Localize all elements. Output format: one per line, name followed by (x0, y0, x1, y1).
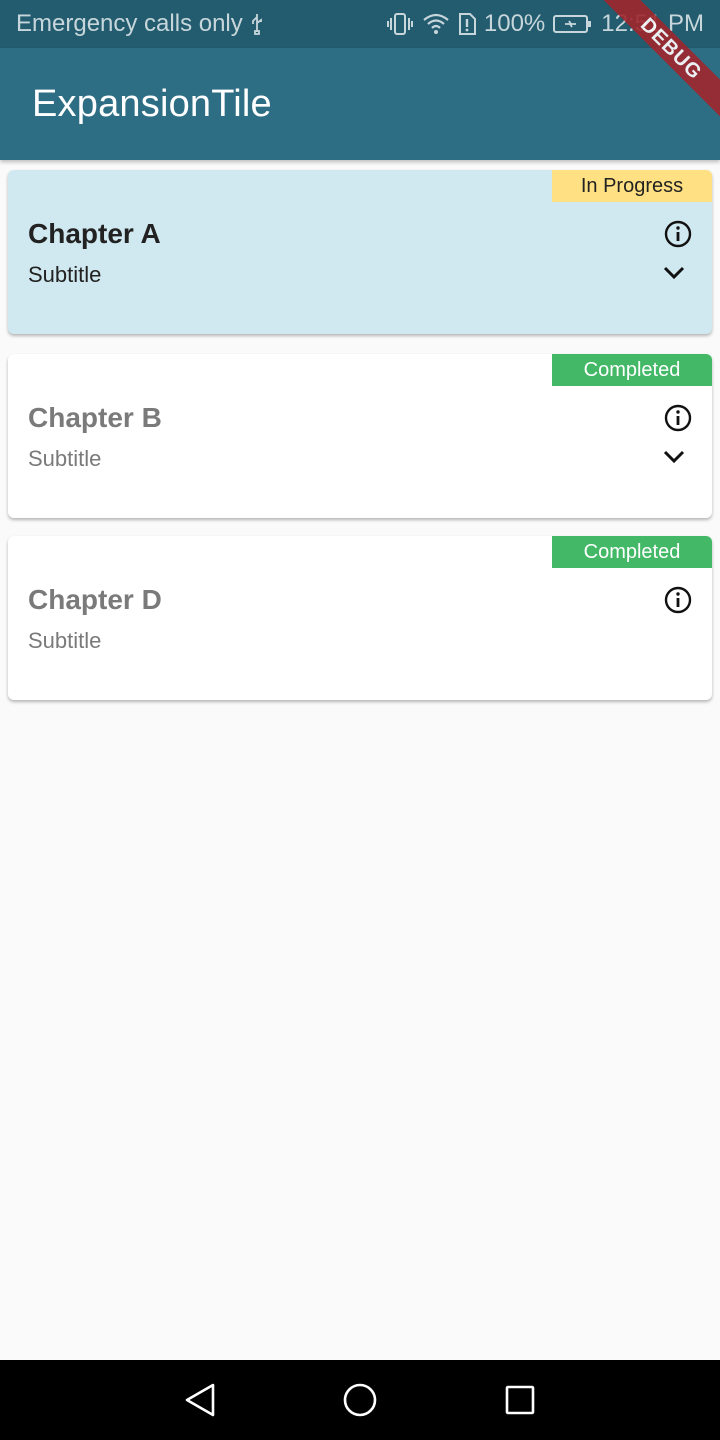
chapter-subtitle: Subtitle (28, 262, 102, 287)
status-badge: Completed (552, 536, 712, 568)
chapter-subtitle: Subtitle (28, 628, 102, 653)
page-title: ExpansionTile (32, 82, 272, 125)
system-nav-bar (0, 1360, 720, 1440)
chevron-down-icon[interactable] (662, 264, 686, 282)
chapter-card[interactable]: In Progress Chapter A Subtitle (8, 170, 712, 334)
app-bar: ExpansionTile (0, 48, 720, 160)
home-button[interactable] (340, 1380, 380, 1420)
vibrate-icon (386, 13, 413, 35)
chevron-down-icon[interactable] (662, 448, 686, 466)
info-icon[interactable] (664, 586, 692, 614)
status-badge: Completed (552, 354, 712, 386)
carrier-text: Emergency calls only (16, 10, 243, 37)
wifi-icon (423, 13, 449, 34)
home-icon (343, 1383, 377, 1417)
chapter-card[interactable]: Completed Chapter B Subtitle (8, 354, 712, 518)
recents-icon (505, 1385, 535, 1415)
battery-percent: 100% (483, 10, 546, 37)
info-icon[interactable] (664, 404, 692, 432)
status-bar: Emergency calls only 100% 12:51 PM (0, 0, 720, 48)
sim-alert-icon (458, 13, 476, 35)
clock: 12:51 PM (601, 10, 704, 37)
chapter-title: Chapter B (28, 402, 162, 433)
info-icon[interactable] (664, 220, 692, 248)
chapter-title: Chapter D (28, 584, 162, 615)
recents-button[interactable] (500, 1380, 540, 1420)
status-icons: 100% 12:51 PM (386, 10, 704, 38)
chapter-subtitle: Subtitle (28, 446, 102, 471)
status-badge: In Progress (552, 170, 712, 202)
chapter-card[interactable]: Completed Chapter D Subtitle (8, 536, 712, 700)
back-icon (185, 1383, 215, 1417)
usb-icon (251, 14, 262, 35)
chapter-title: Chapter A (28, 218, 161, 249)
battery-charging-icon (553, 15, 592, 33)
carrier-area: Emergency calls only (16, 10, 265, 38)
back-button[interactable] (180, 1380, 220, 1420)
